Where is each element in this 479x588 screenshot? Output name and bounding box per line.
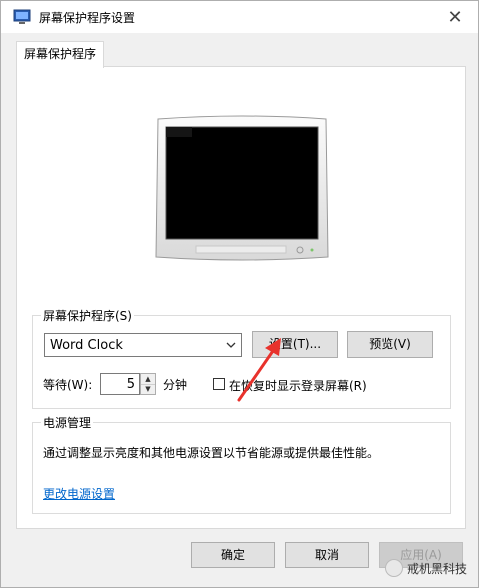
settings-button-label: 设置(T)... xyxy=(268,337,322,351)
tab-screensaver[interactable]: 屏幕保护程序 xyxy=(16,41,104,68)
cancel-button[interactable]: 取消 xyxy=(285,542,369,568)
wait-unit-label: 分钟 xyxy=(163,378,188,392)
wait-minutes-value: 5 xyxy=(126,377,135,392)
close-icon: ✕ xyxy=(447,6,463,28)
screensaver-selected-value: Word Clock xyxy=(50,338,123,353)
close-button[interactable]: ✕ xyxy=(432,1,478,33)
preview-button[interactable]: 预览(V) xyxy=(347,331,433,358)
monitor-icon xyxy=(155,115,329,261)
power-description: 通过调整显示亮度和其他电源设置以节省能源或提供最佳性能。 xyxy=(43,446,380,460)
wait-minutes-stepper[interactable]: ▲ ▼ xyxy=(140,373,156,395)
screensaver-app-icon xyxy=(13,9,31,24)
wait-label: 等待(W): xyxy=(43,378,93,392)
preview-button-label: 预览(V) xyxy=(369,337,411,351)
resume-login-label[interactable]: 在恢复时显示登录屏幕(R) xyxy=(229,377,367,394)
dropdown-arrow-icon xyxy=(226,342,236,348)
screensaver-group: 屏幕保护程序(S) Word Clock 设置(T)... 预览(V) 等待(W… xyxy=(32,307,451,409)
resume-login-checkbox[interactable] xyxy=(213,378,225,390)
ok-button-label: 确定 xyxy=(220,548,245,562)
screensaver-settings-window: 屏幕保护程序设置 ✕ 屏幕保护程序 屏幕保护程序(S) Word Clock 设… xyxy=(0,0,479,588)
screensaver-group-label: 屏幕保护程序(S) xyxy=(41,307,134,324)
settings-button[interactable]: 设置(T)... xyxy=(252,331,338,358)
cancel-button-label: 取消 xyxy=(314,548,339,562)
screensaver-select[interactable]: Word Clock xyxy=(44,333,242,357)
power-group-label: 电源管理 xyxy=(41,414,94,431)
power-group: 电源管理 通过调整显示亮度和其他电源设置以节省能源或提供最佳性能。 更改电源设置 xyxy=(32,414,451,514)
watermark-icon xyxy=(385,559,403,577)
title-bar: 屏幕保护程序设置 ✕ xyxy=(1,1,478,33)
watermark-text: 戒机黑科技 xyxy=(407,561,468,576)
tab-label: 屏幕保护程序 xyxy=(23,47,96,61)
tab-panel: 屏幕保护程序(S) Word Clock 设置(T)... 预览(V) 等待(W… xyxy=(16,66,466,529)
window-title: 屏幕保护程序设置 xyxy=(39,11,136,25)
watermark: 戒机黑科技 xyxy=(385,559,467,577)
ok-button[interactable]: 确定 xyxy=(191,542,275,568)
wait-minutes-input[interactable]: 5 xyxy=(100,373,140,395)
change-power-settings-link[interactable]: 更改电源设置 xyxy=(43,485,115,502)
spin-down-icon[interactable]: ▼ xyxy=(141,384,155,394)
